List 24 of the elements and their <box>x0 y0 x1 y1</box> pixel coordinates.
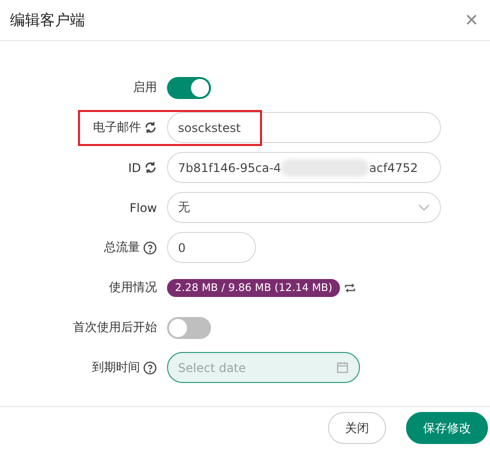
email-field[interactable]: sosckstest <box>167 112 441 143</box>
field-label: 电子邮件 <box>93 119 141 136</box>
close-button[interactable]: × <box>463 7 480 33</box>
field-label: Flow <box>130 200 157 214</box>
save-button[interactable]: 保存修改 <box>406 412 488 444</box>
refresh-icon[interactable] <box>144 161 157 174</box>
traffic-field[interactable]: 0 <box>167 232 256 263</box>
field-label: 到期时间 <box>92 359 140 376</box>
repeat-icon[interactable] <box>344 282 356 292</box>
field-label: 首次使用后开始 <box>73 319 157 336</box>
usage-tag: 2.28 MB / 9.86 MB (12.14 MB) <box>167 278 340 296</box>
dialog-title: 编辑客户端 <box>10 10 85 30</box>
toggle-switch[interactable] <box>167 316 211 338</box>
refresh-icon[interactable] <box>144 121 157 134</box>
field-label: 使用情况 <box>109 279 157 296</box>
calendar-icon <box>336 361 349 374</box>
field-label: 启用 <box>133 79 157 96</box>
toggle-switch[interactable] <box>167 76 211 98</box>
chevron-down-icon <box>418 204 430 212</box>
id-field[interactable]: 7b81f146-95ca-4 acf4752 <box>167 152 441 183</box>
flow-select[interactable]: 无 <box>167 192 441 223</box>
field-label: 总流量 <box>104 239 140 256</box>
close-dialog-button[interactable]: 关闭 <box>328 412 386 444</box>
field-label: ID <box>128 160 141 174</box>
